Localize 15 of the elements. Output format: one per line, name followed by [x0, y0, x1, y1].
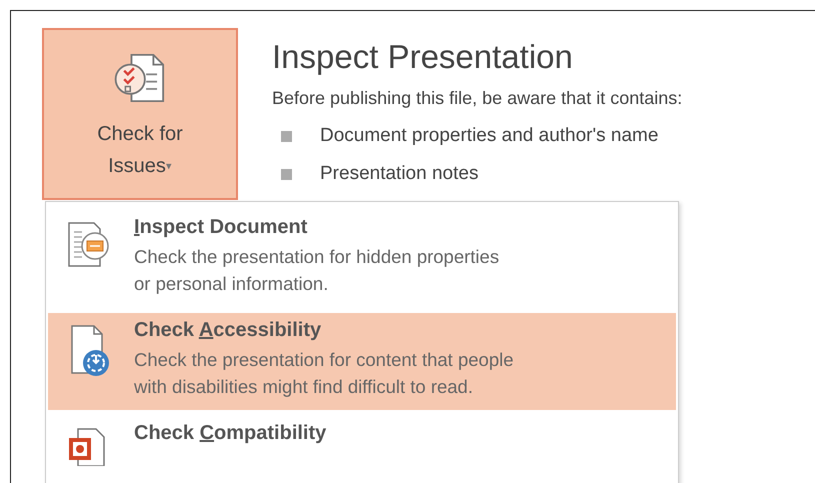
menu-item[interactable]: Check Accessibility Check the presentation for content that people with disabilities might find difficult to read.: [48, 313, 676, 410]
section-title: Inspect Presentation: [272, 38, 574, 76]
menu-item-title: Check Compatibility: [134, 422, 326, 445]
menu-item-title: Check Accessibility: [134, 319, 322, 342]
intro-text: Before publishing this file, be aware that it contains:: [272, 88, 682, 109]
menu-item-description: Check the presentation for hidden properties or personal information.: [134, 245, 500, 296]
bullet-text: Presentation notes: [320, 163, 478, 185]
bullet-icon: [281, 168, 292, 180]
menu-item[interactable]: Inspect Document Check the presentation for hidden properties or personal information.: [48, 210, 676, 307]
bullet-text: Document properties and author's name: [320, 125, 658, 147]
menu-item[interactable]: Check Compatibility: [48, 416, 676, 476]
menu-item-title: Inspect Document: [134, 216, 308, 239]
menu-item-description: Check the presentation for content that people with disabilities might find difficult to read.: [134, 348, 514, 399]
check-for-issues-button[interactable]: Check for Issues▾: [42, 28, 238, 200]
bullet-icon: [281, 130, 292, 142]
